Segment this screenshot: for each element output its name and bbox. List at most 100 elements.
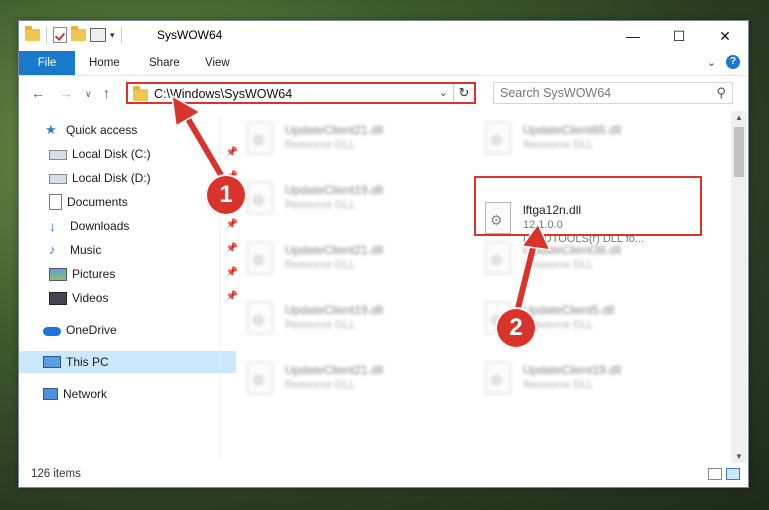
file-item[interactable]: UpdateClient38.dll Resource DLL [477, 237, 697, 287]
file-description: Resource DLL [523, 259, 594, 271]
pictures-icon [49, 267, 67, 281]
title-bar: ▾ SysWOW64 — ☐ ✕ [19, 21, 748, 51]
file-description: Resource DLL [523, 379, 594, 391]
status-bar: 126 items [19, 463, 748, 487]
help-icon[interactable]: ? [726, 55, 740, 69]
file-name: UpdateClient5.dll [523, 303, 615, 317]
file-description: Resource DLL [285, 259, 356, 271]
customize-toolbar-arrow-icon[interactable]: ▾ [110, 30, 115, 41]
back-arrow-icon[interactable]: ← [31, 85, 45, 101]
file-name: UpdateClient21.dll [285, 363, 384, 377]
file-name: UpdateClient21.dll [285, 123, 384, 137]
file-name: UpdateClient19.dll [523, 363, 622, 377]
ribbon-right-controls: ⌄ ? [707, 55, 740, 69]
file-item[interactable]: UpdateClient19.dll Resource DLL [477, 357, 697, 407]
up-arrow-icon[interactable]: ↑ [103, 85, 110, 101]
item-count: 126 items [31, 468, 81, 480]
file-name: UpdateClient21.dll [285, 243, 384, 257]
folder-icon [133, 86, 148, 101]
documents-icon [49, 194, 62, 210]
dll-file-icon [247, 122, 273, 154]
nav-label: Local Disk (D:) [72, 171, 151, 185]
nav-this-pc[interactable]: This PC [19, 351, 236, 373]
nav-network[interactable]: Network [19, 383, 236, 405]
nav-label: This PC [66, 355, 109, 369]
file-description: Resource DLL [285, 199, 356, 211]
nav-pictures[interactable]: Pictures 📌 [19, 263, 242, 285]
nav-onedrive[interactable]: OneDrive [19, 319, 236, 341]
expand-ribbon-chevron-icon[interactable]: ⌄ [707, 56, 716, 69]
scroll-up-icon[interactable]: ▲ [735, 113, 743, 122]
dll-file-icon [485, 362, 511, 394]
file-item[interactable]: UpdateClient21.dll Resource DLL [239, 237, 459, 287]
nav-label: Quick access [66, 123, 138, 137]
downloads-icon: ↓ [49, 218, 56, 234]
search-placeholder: Search SysWOW64 [500, 86, 612, 100]
nav-label: OneDrive [66, 323, 117, 337]
quick-access-toolbar: ▾ [25, 26, 124, 43]
address-bar[interactable]: C:\Windows\SysWOW64 ⌄ ↻ [126, 82, 476, 104]
step-2-badge: 2 [495, 307, 537, 349]
large-icons-view-icon[interactable] [726, 468, 740, 480]
file-name: UpdateClient65.dll [523, 123, 622, 137]
toolbar-separator [46, 27, 47, 43]
file-item[interactable]: UpdateClient65.dll Resource DLL [477, 117, 697, 167]
nav-label: Local Disk (C:) [72, 147, 151, 161]
minimize-button[interactable]: — [610, 21, 656, 51]
file-item[interactable]: UpdateClient21.dll Resource DLL [239, 117, 459, 167]
tab-home[interactable]: Home [89, 51, 120, 75]
tab-file[interactable]: File [19, 51, 75, 75]
details-view-icon[interactable] [708, 468, 722, 480]
tab-share[interactable]: Share [149, 51, 180, 75]
file-item[interactable]: UpdateClient21.dll Resource DLL [239, 357, 459, 407]
properties-check-icon[interactable] [53, 27, 67, 43]
dll-file-icon [485, 242, 511, 274]
scrollbar-thumb[interactable] [734, 127, 744, 177]
dll-file-icon [247, 242, 273, 274]
step-1-badge: 1 [205, 174, 247, 216]
new-folder-icon[interactable] [71, 26, 86, 41]
file-name: UpdateClient38.dll [523, 243, 622, 257]
onedrive-icon [43, 326, 61, 336]
forward-arrow-icon[interactable]: → [59, 85, 73, 101]
navigation-pane: ★ Quick access Local Disk (C:) 📌 Local D… [19, 115, 238, 461]
view-properties-icon[interactable] [90, 28, 106, 42]
file-description: Resource DLL [285, 319, 356, 331]
toolbar-separator [120, 27, 122, 43]
music-icon: ♪ [49, 242, 56, 257]
nav-label: Network [63, 387, 108, 401]
maximize-button[interactable]: ☐ [656, 21, 702, 51]
file-item[interactable]: UpdateClient19.dll Resource DLL [239, 177, 459, 227]
file-description: Resource DLL [285, 139, 356, 151]
file-name: UpdateClient19.dll [285, 183, 384, 197]
window-controls: — ☐ ✕ [610, 21, 748, 51]
window-title: SysWOW64 [157, 28, 223, 42]
tab-view[interactable]: View [205, 51, 230, 75]
nav-local-disk-c[interactable]: Local Disk (C:) 📌 [19, 143, 242, 165]
address-dropdown-chevron-icon[interactable]: ⌄ [439, 86, 448, 99]
close-button[interactable]: ✕ [702, 21, 748, 51]
disk-icon [49, 150, 67, 160]
dll-file-icon [247, 362, 273, 394]
address-path: C:\Windows\SysWOW64 [154, 87, 293, 101]
vertical-scrollbar[interactable]: ▲ ▼ [731, 111, 747, 463]
search-input[interactable]: Search SysWOW64 ⚲ [493, 82, 733, 104]
scroll-down-icon[interactable]: ▼ [735, 452, 743, 461]
nav-label: Music [70, 243, 102, 257]
nav-downloads[interactable]: ↓ Downloads 📌 [19, 215, 242, 237]
search-icon[interactable]: ⚲ [716, 85, 726, 101]
disk-icon [49, 174, 67, 184]
nav-quick-access[interactable]: ★ Quick access [19, 119, 238, 141]
nav-videos[interactable]: Videos 📌 [19, 287, 242, 309]
refresh-icon[interactable]: ↻ [453, 84, 474, 102]
nav-music[interactable]: ♪ Music 📌 [19, 239, 242, 261]
ribbon: File Home Share View ⌄ ? [19, 51, 748, 76]
view-toggle-group [708, 468, 740, 480]
file-item[interactable]: UpdateClient19.dll Resource DLL [239, 297, 459, 347]
file-list: UpdateClient21.dll Resource DLL UpdateCl… [229, 113, 729, 463]
pane-divider[interactable] [219, 115, 220, 461]
dll-file-icon [247, 302, 273, 334]
network-icon [43, 388, 58, 400]
recent-locations-chevron-icon[interactable]: ∨ [85, 89, 92, 100]
videos-icon [49, 291, 67, 305]
